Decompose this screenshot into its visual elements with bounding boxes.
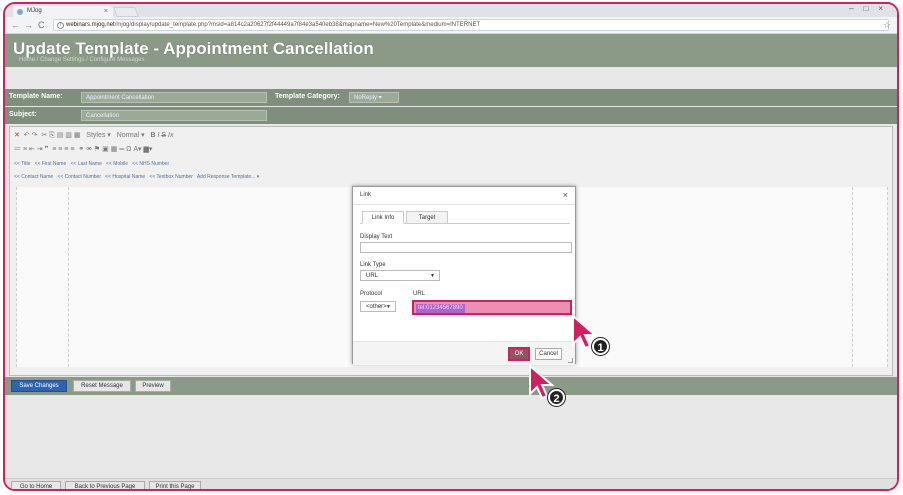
insert-contact-number[interactable]: << Contact Number [57,174,101,180]
step-badge-1: 1 [592,338,609,355]
editor-toolbar-row1: ✕ ↶ ↷ ✂ ⎘ ▤ ▥ ▦ Styles ▾ Normal ▾ B I S … [14,132,174,139]
cancel-button[interactable]: Cancel [535,348,562,360]
back-arrow-icon[interactable]: ← [11,20,20,30]
add-response-template[interactable]: Add Response Template... ▾ [197,174,259,180]
tab-title: MJog [27,8,42,14]
subject-row: Subject: Cancellation [5,107,897,124]
dialog-title: Link [360,192,372,198]
close-tab-icon[interactable]: × [104,6,108,17]
remove-format-icon[interactable]: ✕ [14,132,20,139]
template-name-input[interactable]: Appointment Cancellation [81,92,267,103]
format-dropdown[interactable]: Normal [117,132,140,139]
insert-hospital-name[interactable]: << Hospital Name [105,174,145,180]
dialog-tabs: Link Info Target [360,209,570,224]
breadcrumb-change-settings[interactable]: Change Settings [40,57,84,63]
close-icon[interactable]: × [563,190,568,200]
insert-textbox-number[interactable]: << Textbox Number [149,174,193,180]
breadcrumb: Home / Change Settings / Configure Messa… [19,57,145,63]
forward-arrow-icon[interactable]: → [24,20,33,30]
protocol-label: Protocol [360,291,383,297]
italic-icon[interactable]: I [158,132,160,139]
display-text-label: Display Text [360,234,393,240]
url-host: webinars.mjog.net [66,22,115,28]
back-button[interactable]: Back to Previous Page [65,481,145,489]
save-changes-button[interactable]: Save Changes [11,380,67,392]
template-name-label: Template Name: [9,93,63,100]
print-button[interactable]: Print this Page [149,481,201,489]
reset-message-button[interactable]: Reset Message [73,380,131,392]
clear-format-icon[interactable]: Ix [168,132,173,139]
info-icon[interactable]: i [57,22,64,29]
dialog-footer: OK Cancel [353,341,575,365]
url-label: URL [413,291,426,297]
bookmark-star-icon[interactable]: ☆ [883,20,891,31]
template-category-value: NoReply [354,95,378,101]
chevron-down-icon: ▼ [430,273,435,279]
text-color-icon[interactable]: A [133,146,138,153]
action-bar: Save Changes Reset Message Preview [5,377,897,395]
resize-grip-icon[interactable] [568,358,573,363]
go-home-button[interactable]: Go to Home [11,481,61,489]
numbered-list-icon[interactable]: ≔ [14,146,21,153]
browser-tab[interactable]: MJog × [13,6,113,17]
breadcrumb-home[interactable]: Home [19,57,35,63]
link-type-value: URL [366,273,379,279]
insert-title[interactable]: << Title [14,161,30,167]
insert-fields-row1: << Title << First Name << Last Name << M… [14,161,169,167]
add-response-template-label: Add Response Template... [196,174,256,180]
preview-button[interactable]: Preview [135,380,171,392]
insert-last-name[interactable]: << Last Name [70,161,101,167]
screenshot-frame: MJog × –□× ← → C i webinars.mjog.net/mjo… [3,2,899,491]
insert-mobile[interactable]: << Mobile [106,161,128,167]
tab-link-info[interactable]: Link Info [362,211,404,224]
page-header: Update Template - Appointment Cancellati… [5,34,897,67]
bg-color-icon[interactable]: ▆ [144,146,149,153]
margin-guide [68,187,69,367]
tab-target[interactable]: Target [406,211,448,224]
url-path: /mjog/display/update_template.php?msid=a… [114,22,481,28]
reload-icon[interactable]: C [38,20,45,30]
dialog-header: Link × [353,187,575,205]
url-value-selected: tel:01234567890 [416,304,465,313]
new-tab-button[interactable] [113,7,139,17]
insert-nhs-number[interactable]: << NHS Number [132,161,169,167]
link-type-label: Link Type [360,262,386,268]
editor-toolbar-row2: ≔ ≡ ⇤ ⇥ ❞ ≡ ≡ ≡ ≡ ⚭ ⚮ ⚑ ▣ ▦ ═ Ω A▾ ▆▾ [14,146,153,153]
insert-contact-name[interactable]: << Contact Name [14,174,53,180]
bold-icon[interactable]: B [151,132,156,139]
window-controls[interactable]: –□× [849,4,893,13]
strike-icon[interactable]: S [161,132,166,139]
browser-tabbar: MJog × –□× [5,4,897,17]
margin-guide [852,187,853,367]
page-footer: Go to Home Back to Previous Page Print t… [5,478,897,489]
ok-button[interactable]: OK [508,347,530,361]
url-field[interactable]: i webinars.mjog.net/mjog/display/update_… [53,19,889,31]
template-category-select[interactable]: NoReply ▾ [349,92,399,103]
subject-label: Subject: [9,111,37,118]
protocol-select[interactable]: <other> ▼ [360,301,396,312]
styles-dropdown[interactable]: Styles [86,132,105,139]
template-name-row: Template Name: Appointment Cancellation … [5,89,897,106]
chevron-down-icon: ▼ [386,304,391,310]
template-category-label: Template Category: [275,93,340,100]
breadcrumb-configure-messages[interactable]: Configure Messages [89,57,144,63]
link-dialog: Link × Link Info Target Display Text Lin… [352,186,576,365]
favicon-icon [17,9,23,15]
display-text-input[interactable] [360,242,572,253]
page-title: Update Template - Appointment Cancellati… [13,39,374,58]
insert-first-name[interactable]: << First Name [35,161,67,167]
link-type-select[interactable]: URL ▼ [360,270,440,281]
step-badge-2: 2 [548,389,565,406]
address-bar: ← → C i webinars.mjog.net/mjog/display/u… [5,17,897,34]
insert-fields-row2: << Contact Name << Contact Number << Hos… [14,174,259,180]
url-input[interactable]: tel:01234567890 [412,300,572,315]
protocol-value: <other> [366,304,387,310]
subject-input[interactable]: Cancellation [81,110,267,121]
cut-icon[interactable]: ✂ [41,132,47,139]
